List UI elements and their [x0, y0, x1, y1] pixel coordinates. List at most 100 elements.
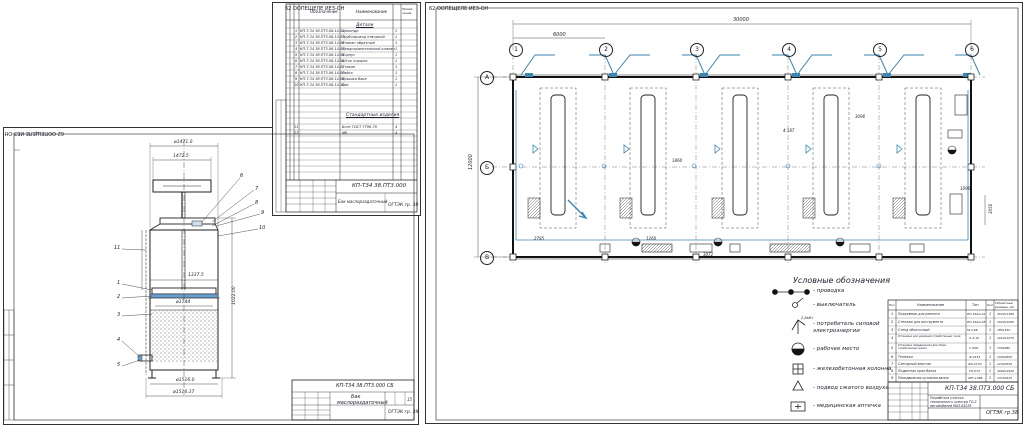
spec-header-name: Наименование: [356, 9, 388, 14]
tank-callout: 9: [261, 210, 265, 216]
tank-callout: 6: [240, 173, 244, 179]
tank-callout: 2: [117, 294, 121, 300]
spec-row-qty: 1: [395, 47, 398, 51]
spec-row-qty: 1: [395, 53, 398, 57]
left-title-org: ОГТЭК гр. 38: [388, 410, 419, 415]
equip-row-type: ФО-2153: [968, 362, 982, 366]
equip-row-pos: 4: [891, 336, 894, 340]
dim-value: 4.187: [783, 128, 795, 133]
tank-dim-height: 1022.00: [232, 286, 237, 305]
dim-value: 3072: [703, 252, 714, 257]
equip-row-name: Стенд обкаточный: [898, 328, 930, 332]
spec-row-pos: 9: [295, 77, 298, 81]
equip-row-size: 4520х1490: [997, 312, 1015, 316]
spec-header-note: Приме-чание: [402, 7, 414, 15]
tank-callout: 8: [255, 200, 259, 206]
spec-row-code: КП-Т.34 38.ПТ3.06.14.08: [300, 71, 345, 75]
equip-row-pos: 7: [891, 362, 894, 366]
equip-row-qty: 1: [989, 346, 992, 350]
equip-header-name: Наименование: [917, 303, 945, 307]
grid-col-label: 4: [782, 43, 796, 57]
spec-row-code: КП-Т.34 38.ПТ3.06.14.07: [300, 65, 345, 69]
spec-row-pos: 10: [294, 83, 299, 87]
equip-row-qty: 1: [989, 369, 992, 373]
equip-row-size: 785х340: [997, 328, 1011, 332]
spec-std-qty: 4: [395, 125, 398, 129]
grid-col-label: 3: [690, 43, 704, 57]
equip-row-pos: 1: [891, 312, 894, 316]
tank-callout: 3: [117, 312, 121, 318]
dim-value: 3096: [855, 114, 866, 119]
dim-value: 3050: [988, 203, 993, 214]
equip-row-qty: 1: [989, 320, 992, 324]
spec-row-name: Стакан: [342, 65, 356, 69]
equip-row-size: 1000х600: [997, 355, 1013, 359]
legend-symbols: [772, 289, 810, 412]
equip-row-pos: 6: [891, 355, 894, 359]
tank-callout: 10: [259, 225, 266, 231]
floor-plan: [435, 7, 1019, 421]
equip-row-name: Подвесная кран-балка: [898, 369, 937, 373]
spec-row-pos: 6: [295, 59, 298, 63]
equip-row-name: Установка для удаления отработанных газо…: [898, 335, 961, 338]
spec-row-name: Крышка бака: [342, 77, 367, 81]
dim-value: 1096: [960, 186, 971, 191]
dim-total: 30000: [733, 17, 749, 23]
tank-callout: 7: [255, 186, 259, 192]
equip-row-pos: 3: [891, 328, 894, 332]
spec-row-name: Шток поршня: [342, 59, 368, 63]
equip-row-pos: 9: [891, 376, 894, 380]
spec-row-pos: 7: [295, 65, 298, 69]
spec-row-pos: 5: [295, 53, 298, 57]
spec-row-name: Цилиндр: [342, 29, 359, 33]
spec-row-pos: 1: [295, 29, 298, 33]
spec-title-name: Бак маслораздаточный: [338, 199, 388, 204]
spec-title-code: КП-Т34 38.ПТ3.000: [352, 183, 407, 189]
spec-row-code: КП-Т.34 38.ПТ3.06.14.09: [300, 77, 345, 81]
equip-row-qty: 1: [989, 355, 992, 359]
spec-row-name: Клапан обратный: [342, 41, 375, 45]
tank-callout: 4: [117, 337, 121, 343]
spec-row-qty: 1: [395, 83, 398, 87]
tank-dim-mid2: ø1744: [176, 300, 191, 305]
spec-row-qty: 1: [395, 29, 398, 33]
spec-row-code: КП-Т.34 38.ПТ3.06.14.06: [300, 59, 345, 63]
right-title-name: Разработка участка технического осмотра …: [930, 396, 977, 408]
spec-row-code: КП-Т.34 38.ПТ3.06.14.05: [300, 53, 345, 57]
equip-row-type: УП-074: [969, 369, 980, 373]
spec-row-code: КП-Т.34 38.ПТ3.06.14.01: [300, 29, 345, 33]
grid-col-label: 6: [965, 43, 979, 57]
equip-row-qty: 1: [989, 328, 992, 332]
legend-item-column: - железобетонная колонна: [813, 366, 892, 372]
grid-col-label: 2: [599, 43, 613, 57]
spec-row-qty: 1: [395, 65, 398, 69]
spec-row-name: Гайка: [342, 71, 353, 75]
legend-consumer-power: 2,8кВт: [801, 316, 814, 320]
equip-row-type: ПП-16АА-05: [967, 320, 986, 324]
spec-row-qty: 1: [395, 41, 398, 45]
equip-row-size: 1310х625: [997, 376, 1013, 380]
right-title-org: ОГТЭК гр.38: [986, 410, 1019, 416]
equip-header-pos: Поз: [889, 303, 895, 307]
equip-header-type: Тип: [972, 303, 979, 307]
grid-row-label: А: [480, 71, 494, 85]
equip-row-qty: 1: [989, 336, 992, 340]
equip-row-qty: 1: [989, 376, 992, 380]
spec-section-details: Детали: [356, 23, 374, 28]
equip-row-name: Слесарный верстак: [898, 362, 931, 366]
tank-dim-top2: 1472.5: [173, 154, 189, 159]
spec-row-pos: 4: [295, 47, 298, 51]
equip-row-name: Установка передвижная для сбора отработа…: [898, 344, 947, 351]
spec-row-qty: 1: [395, 71, 398, 75]
equip-row-type: 514-96: [967, 328, 978, 332]
drawing-canvas: [3, 3, 1019, 421]
spec-std-pos: 11: [294, 125, 299, 129]
spec-row-code: КП-Т.34 38.ПТ3.06.14.02: [300, 35, 345, 39]
spec-row-qty: 1: [395, 59, 398, 63]
left-title-code: КП-Т34 38.ПТ3.000 СБ: [336, 383, 394, 389]
spec-row-name: Трубопровод отводной: [342, 35, 385, 39]
equip-row-size: 4000х1920: [997, 369, 1015, 373]
spec-std-qty: 4: [395, 131, 398, 135]
spec-row-code: КП-Т.34 38.ПТ3.06.14.03: [300, 41, 345, 45]
tank-callout: 1: [117, 280, 121, 286]
